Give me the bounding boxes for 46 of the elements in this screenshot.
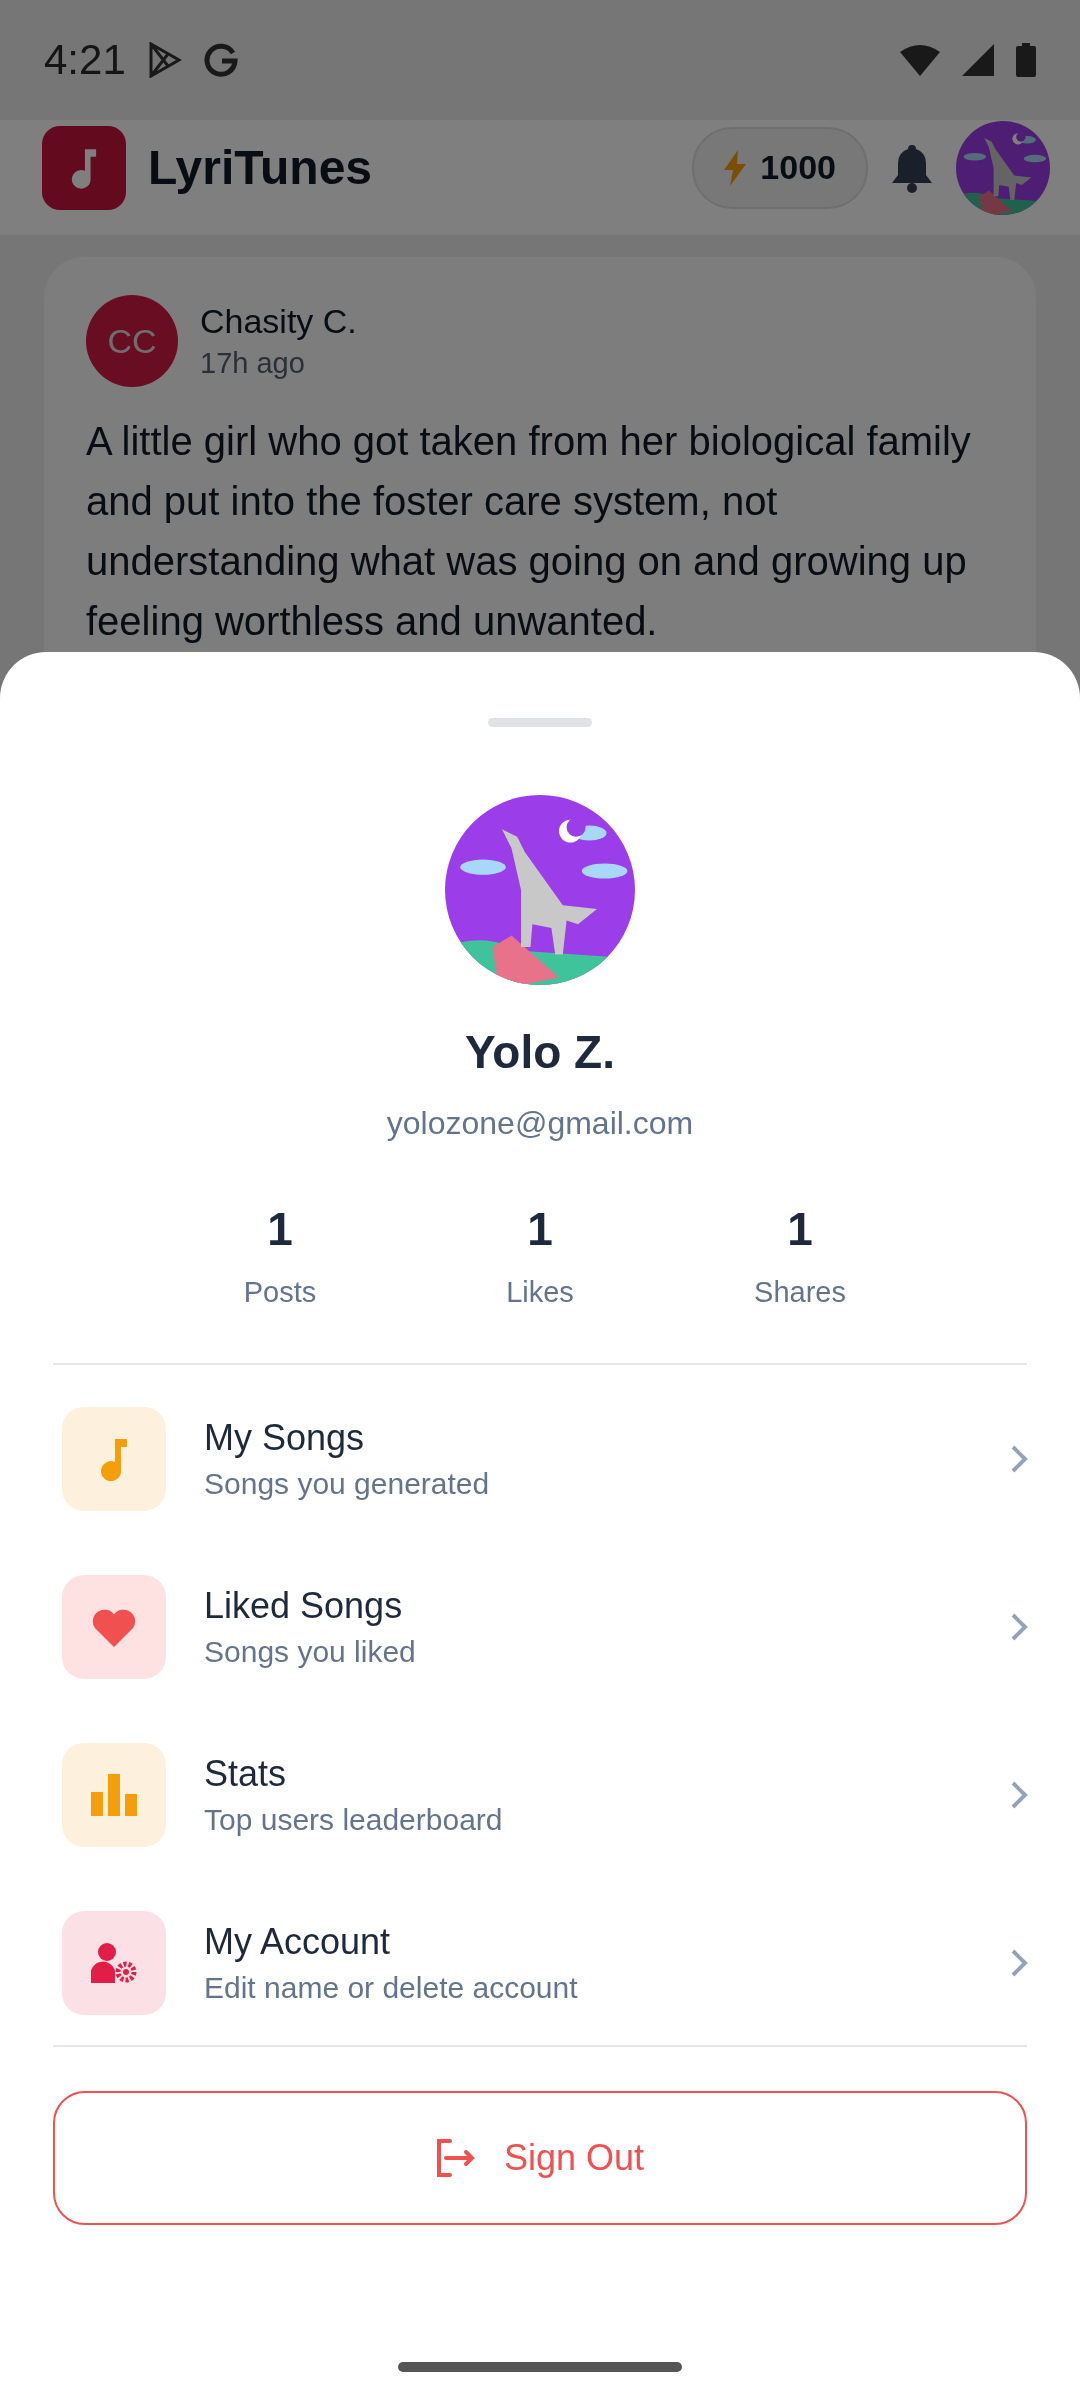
menu-subtitle: Songs you liked	[204, 1635, 417, 1669]
bar-chart-icon	[91, 1774, 137, 1816]
sign-out-icon	[435, 2139, 476, 2177]
menu-item[interactable]: Stats Top users leaderboard	[62, 1743, 1028, 1847]
menu-title: My Account	[204, 1921, 392, 1963]
credits-badge[interactable]: 1000	[692, 126, 868, 209]
menu-subtitle: Edit name or delete account	[204, 1971, 579, 2005]
battery-icon	[1016, 43, 1036, 77]
drag-handle[interactable]	[488, 718, 592, 727]
menu-title: Stats	[204, 1753, 288, 1795]
user-gear-icon	[91, 1943, 137, 1983]
music-note-icon	[99, 1437, 129, 1481]
stat-value: 1	[787, 1202, 813, 1256]
stat-value: 1	[267, 1202, 293, 1256]
menu-title: My Songs	[204, 1417, 366, 1459]
music-note-icon	[70, 146, 98, 189]
lightning-icon	[724, 149, 747, 186]
app-name: LyriTunes	[148, 140, 374, 195]
play-store-icon	[147, 42, 182, 78]
menu-item[interactable]: My Songs Songs you generated	[62, 1407, 1028, 1511]
signal-icon	[962, 44, 994, 76]
heart-icon	[91, 1607, 137, 1647]
chevron-right-icon	[1010, 1948, 1028, 1978]
menu-title: Liked Songs	[204, 1585, 404, 1627]
stat-value: 1	[527, 1202, 553, 1256]
sign-out-button[interactable]: Sign Out	[53, 2091, 1027, 2225]
bell-icon[interactable]	[890, 142, 934, 193]
stat-label: Shares	[754, 1276, 846, 1309]
post-time: 17h ago	[200, 347, 306, 380]
wifi-icon	[900, 44, 940, 76]
profile-name: Yolo Z.	[465, 1025, 615, 1079]
menu-subtitle: Top users leaderboard	[204, 1803, 504, 1837]
stat-label: Posts	[243, 1276, 317, 1309]
profile-email: yolozone@gmail.com	[386, 1105, 694, 1142]
post-text: A little girl who got taken from her biological family and put into the foster care system, not understanding what was going on and growing up feeling worthless and unwanted.	[86, 418, 972, 645]
chevron-right-icon	[1010, 1780, 1028, 1810]
menu-item[interactable]: My Account Edit name or delete account	[62, 1911, 1028, 2015]
post-author: Chasity C.	[200, 302, 357, 341]
chevron-right-icon	[1010, 1612, 1028, 1642]
chevron-right-icon	[1010, 1444, 1028, 1474]
google-icon	[203, 43, 238, 77]
user-avatar: CC	[86, 295, 178, 387]
status-time: 4:21	[44, 36, 126, 84]
stat-label: Likes	[506, 1276, 574, 1309]
menu-subtitle: Songs you generated	[204, 1467, 491, 1501]
menu-item[interactable]: Liked Songs Songs you liked	[62, 1575, 1028, 1679]
